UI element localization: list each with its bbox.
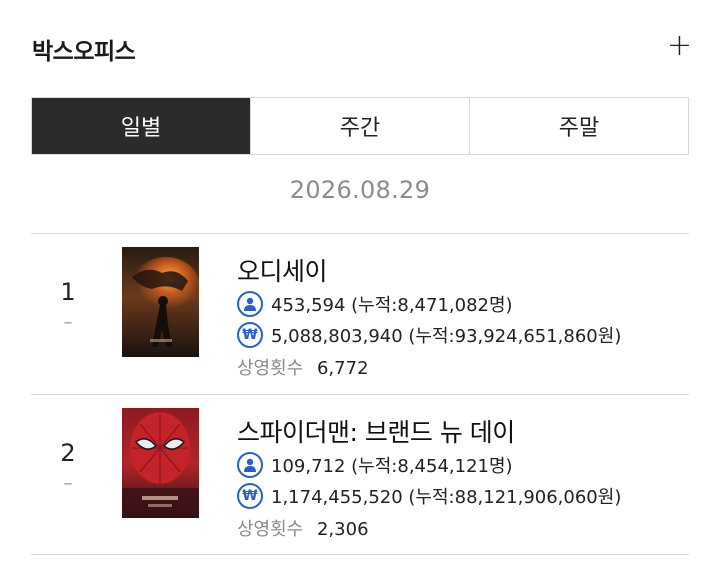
won-icon: ₩ — [237, 322, 263, 348]
show-count-label: 상영횟수 — [237, 358, 304, 379]
plus-icon[interactable]: + — [667, 28, 692, 64]
list-item[interactable]: 1 – 오디세이 453,594 (누적:8,471,082명) ₩ 5,088… — [31, 234, 689, 394]
audience-stat: 109,712 (누적:8,454,121명) — [237, 452, 513, 478]
rank-change: – — [63, 312, 73, 333]
tab-weekly[interactable]: 주간 — [250, 98, 469, 154]
box-office-header: 박스오피스 + — [32, 28, 692, 66]
list-item[interactable]: 2 – 스파이더맨: 브랜드 뉴 데이 109,712 (누적:8,454,12… — [31, 395, 689, 555]
audience-stat: 453,594 (누적:8,471,082명) — [237, 291, 513, 317]
period-tabs: 일별 주간 주말 — [31, 97, 689, 155]
audience-text: 109,712 (누적:8,454,121명) — [271, 456, 513, 477]
divider — [31, 554, 689, 555]
show-count-label: 상영횟수 — [237, 519, 304, 540]
rank-change: – — [63, 473, 73, 494]
movie-title[interactable]: 오디세이 — [237, 252, 328, 288]
won-icon: ₩ — [237, 483, 263, 509]
tab-daily[interactable]: 일별 — [32, 98, 250, 154]
rank-number: 2 — [60, 439, 76, 467]
show-count-value: 2,306 — [316, 519, 369, 540]
show-count-value: 6,772 — [316, 358, 369, 379]
rank-number: 1 — [60, 278, 76, 306]
show-count: 상영횟수 2,306 — [237, 515, 369, 541]
revenue-text: 1,174,455,520 (누적:88,121,906,060원) — [271, 487, 622, 508]
revenue-stat: ₩ 5,088,803,940 (누적:93,924,651,860원) — [237, 322, 621, 348]
show-count: 상영횟수 6,772 — [237, 354, 369, 380]
tab-weekend[interactable]: 주말 — [469, 98, 688, 154]
movie-poster[interactable] — [122, 408, 199, 518]
movie-poster[interactable] — [122, 247, 199, 357]
audience-text: 453,594 (누적:8,471,082명) — [271, 295, 513, 316]
page-title: 박스오피스 — [32, 39, 136, 65]
box-office-date: 2026.08.29 — [289, 176, 431, 204]
person-icon — [237, 291, 263, 317]
revenue-stat: ₩ 1,174,455,520 (누적:88,121,906,060원) — [237, 483, 621, 509]
revenue-text: 5,088,803,940 (누적:93,924,651,860원) — [271, 326, 622, 347]
person-icon — [237, 452, 263, 478]
movie-title[interactable]: 스파이더맨: 브랜드 뉴 데이 — [237, 413, 515, 449]
